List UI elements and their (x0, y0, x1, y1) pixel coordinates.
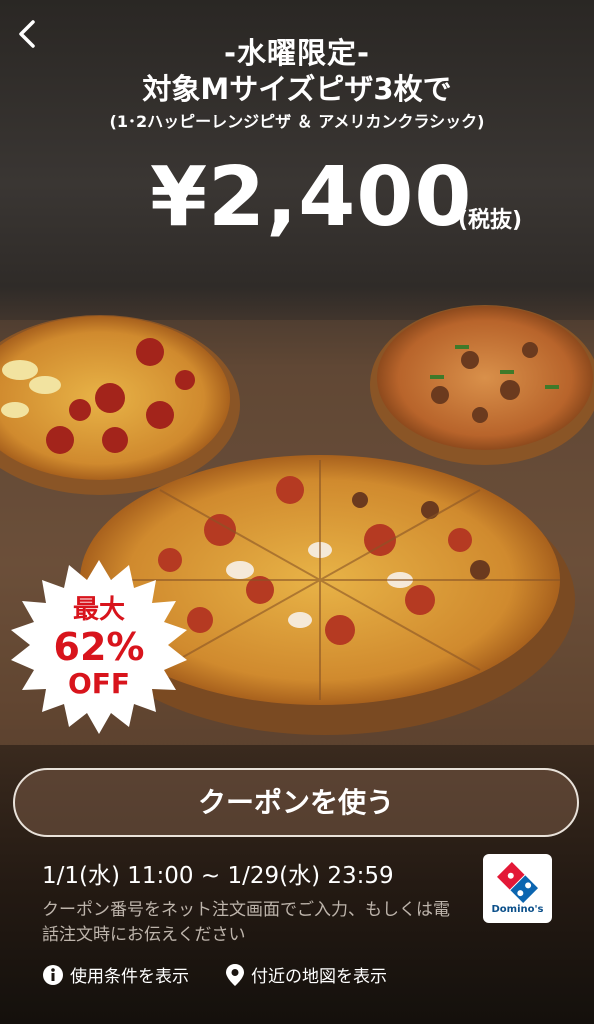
dominos-logo: Domino's (483, 854, 552, 923)
badge-line3: OFF (68, 667, 130, 700)
show-map-link[interactable]: 付近の地図を表示 (225, 962, 387, 987)
location-pin-icon (226, 963, 244, 986)
promo-title-offer: 対象Mサイズピザ3枚で (142, 72, 452, 106)
domino-tile-icon (497, 862, 538, 903)
badge-line2: 62% (54, 625, 145, 669)
coupon-detail-screen: -水曜限定- 対象Mサイズピザ3枚で (1･2ハッピーレンジピザ ＆ アメリカン… (0, 0, 594, 1024)
usage-note: クーポン番号をネット注文画面でご入力、もしくは電話注文時にお伝えください (42, 900, 450, 945)
use-coupon-button[interactable]: クーポンを使う (13, 768, 579, 837)
promo-target-products: (1･2ハッピーレンジピザ ＆ アメリカンクラシック) (109, 112, 485, 131)
show-terms-link[interactable]: 使用条件を表示 (42, 962, 189, 987)
tax-note: (税抜) (458, 208, 523, 233)
show-map-label: 付近の地図を表示 (251, 967, 387, 987)
discount-badge: 最大 62% OFF (11, 560, 187, 734)
show-terms-label: 使用条件を表示 (70, 967, 189, 987)
badge-line1: 最大 (73, 595, 125, 625)
coupon-hero-image: -水曜限定- 対象Mサイズピザ3枚で (1･2ハッピーレンジピザ ＆ アメリカン… (0, 0, 594, 745)
promo-price: ¥2,400 (150, 150, 473, 245)
validity-period: 1/1(水) 11:00 ~ 1/29(水) 23:59 (42, 863, 394, 889)
info-icon (43, 964, 63, 985)
brand-name: Domino's (491, 904, 544, 915)
